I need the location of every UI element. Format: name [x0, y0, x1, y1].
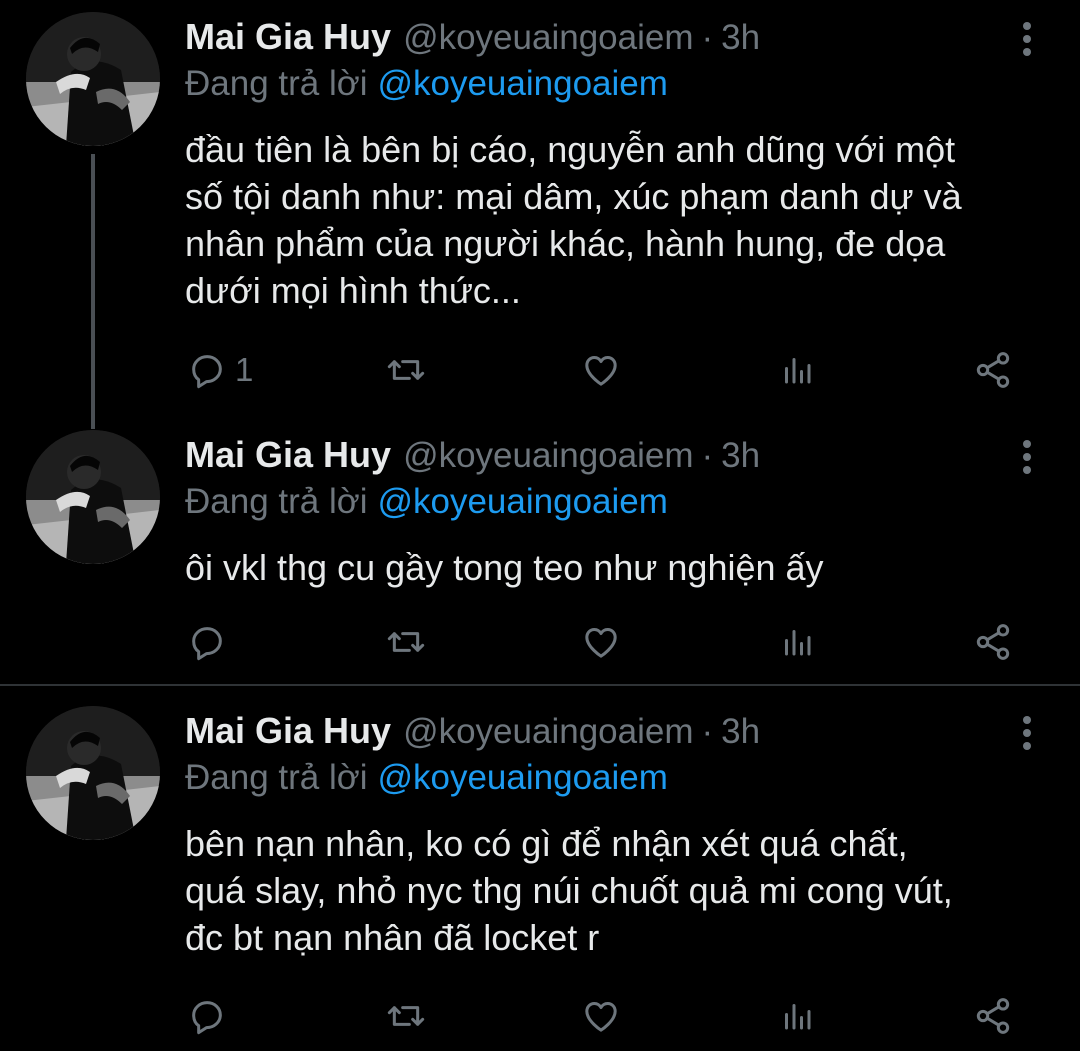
- analytics-icon: [785, 358, 811, 384]
- tweet-header: Mai Gia Huy @koyeuaingoaiem · 3h: [185, 16, 760, 60]
- avatar[interactable]: [26, 430, 160, 564]
- tweet-2[interactable]: Mai Gia Huy @koyeuaingoaiem · 3h Đang tr…: [0, 418, 1080, 684]
- share-icon: [976, 352, 1010, 388]
- action-bar: [185, 994, 1045, 1038]
- tweet-header: Mai Gia Huy @koyeuaingoaiem · 3h: [185, 710, 760, 754]
- replying-to: Đang trả lời @koyeuaingoaiem: [185, 758, 668, 798]
- more-options-icon[interactable]: [1020, 22, 1034, 56]
- reply-button[interactable]: 1: [187, 348, 253, 392]
- retweet-button[interactable]: [385, 348, 427, 392]
- share-button[interactable]: [973, 620, 1013, 664]
- tweet-text: ôi vkl thg cu gầy tong teo như nghiện ấy: [185, 544, 1065, 591]
- tweet-text-line: bên nạn nhân, ko có gì để nhận xét quá c…: [185, 823, 908, 864]
- share-button[interactable]: [973, 994, 1013, 1038]
- retweet-icon: [387, 1006, 425, 1026]
- separator-dot: ·: [701, 712, 714, 751]
- separator-dot: ·: [701, 436, 714, 475]
- retweet-icon: [387, 360, 425, 380]
- mention-link[interactable]: @koyeuaingoaiem: [377, 758, 667, 797]
- replying-label: Đang trả lời: [185, 482, 368, 521]
- replying-label: Đang trả lời: [185, 758, 368, 797]
- reply-count: 1: [235, 351, 254, 388]
- analytics-button[interactable]: [779, 620, 815, 664]
- analytics-icon: [785, 1004, 811, 1030]
- action-bar: [185, 620, 1045, 664]
- display-name[interactable]: Mai Gia Huy: [185, 16, 391, 58]
- tweet-text-line: ôi vkl thg cu gầy tong teo như nghiện ấy: [185, 547, 824, 588]
- analytics-button[interactable]: [779, 348, 815, 392]
- tweet-text-line: quá slay, nhỏ nyc thg núi chuốt quả mi c…: [185, 870, 953, 911]
- tweet-text: bên nạn nhân, ko có gì để nhận xét quá c…: [185, 820, 1065, 961]
- separator-dot: ·: [701, 18, 714, 57]
- action-bar: 1: [185, 348, 1045, 392]
- replying-label: Đang trả lời: [185, 64, 368, 103]
- reply-icon: [192, 1001, 222, 1035]
- tweet-text-line: số tội danh như: mại dâm, xúc phạm danh …: [185, 176, 962, 217]
- display-name[interactable]: Mai Gia Huy: [185, 434, 391, 476]
- share-icon: [976, 998, 1010, 1034]
- like-icon: [585, 1002, 617, 1032]
- like-button[interactable]: [581, 348, 621, 392]
- timestamp[interactable]: 3h: [721, 712, 760, 752]
- user-handle[interactable]: @koyeuaingoaiem: [403, 18, 693, 58]
- avatar[interactable]: [26, 12, 160, 146]
- reply-button[interactable]: [187, 620, 235, 664]
- analytics-button[interactable]: [779, 994, 815, 1038]
- reply-icon: [192, 355, 222, 389]
- timestamp[interactable]: 3h: [721, 436, 760, 476]
- analytics-icon: [785, 630, 811, 656]
- like-icon: [585, 628, 617, 658]
- like-button[interactable]: [581, 994, 621, 1038]
- more-options-icon[interactable]: [1020, 440, 1034, 474]
- tweet-text: đầu tiên là bên bị cáo, nguyễn anh dũng …: [185, 126, 1065, 314]
- tweet-1[interactable]: Mai Gia Huy @koyeuaingoaiem · 3h Đang tr…: [0, 0, 1080, 430]
- mention-link[interactable]: @koyeuaingoaiem: [377, 64, 667, 103]
- user-handle[interactable]: @koyeuaingoaiem: [403, 712, 693, 752]
- replying-to: Đang trả lời @koyeuaingoaiem: [185, 482, 668, 522]
- tweet-text-line: dưới mọi hình thức...: [185, 270, 521, 311]
- tweet-divider: [0, 684, 1080, 686]
- retweet-button[interactable]: [385, 994, 427, 1038]
- display-name[interactable]: Mai Gia Huy: [185, 710, 391, 752]
- tweet-text-line: đầu tiên là bên bị cáo, nguyễn anh dũng …: [185, 129, 956, 170]
- more-options-icon[interactable]: [1020, 716, 1034, 750]
- tweet-3[interactable]: Mai Gia Huy @koyeuaingoaiem · 3h Đang tr…: [0, 694, 1080, 1051]
- tweet-header: Mai Gia Huy @koyeuaingoaiem · 3h: [185, 434, 760, 478]
- thread-line: [91, 154, 95, 429]
- share-button[interactable]: [973, 348, 1013, 392]
- retweet-icon: [387, 632, 425, 652]
- timestamp[interactable]: 3h: [721, 18, 760, 58]
- tweet-text-line: nhân phẩm của người khác, hành hung, đe …: [185, 223, 946, 264]
- user-handle[interactable]: @koyeuaingoaiem: [403, 436, 693, 476]
- avatar[interactable]: [26, 706, 160, 840]
- tweet-text-line: đc bt nạn nhân đã locket r: [185, 917, 600, 958]
- like-icon: [585, 356, 617, 386]
- replying-to: Đang trả lời @koyeuaingoaiem: [185, 64, 668, 104]
- reply-button[interactable]: [187, 994, 235, 1038]
- retweet-button[interactable]: [385, 620, 427, 664]
- mention-link[interactable]: @koyeuaingoaiem: [377, 482, 667, 521]
- share-icon: [976, 624, 1010, 660]
- like-button[interactable]: [581, 620, 621, 664]
- reply-icon: [192, 627, 222, 661]
